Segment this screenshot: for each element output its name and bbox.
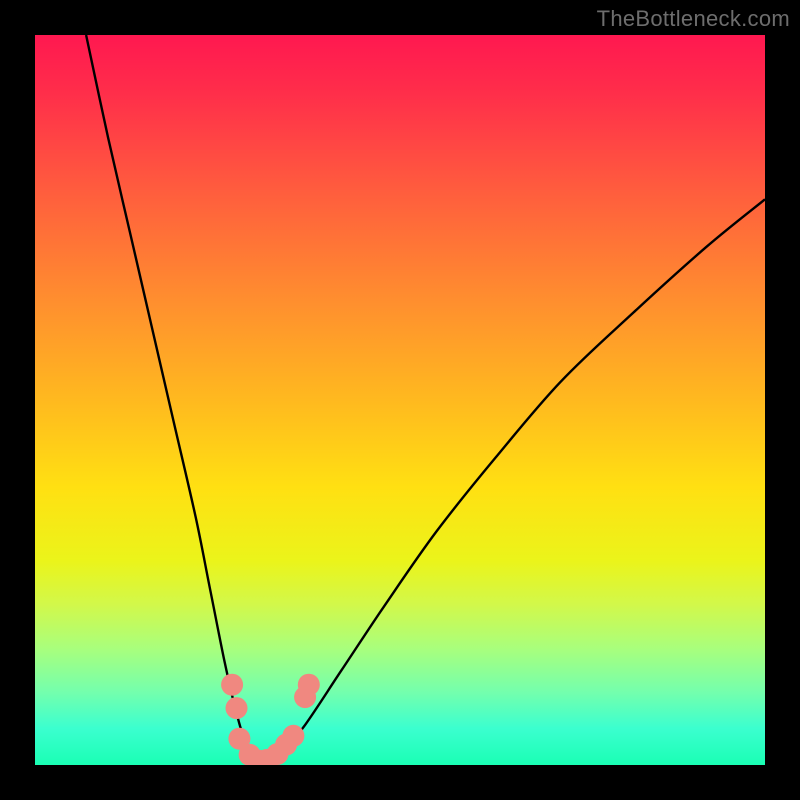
curve-markers — [221, 674, 320, 765]
chart-frame: TheBottleneck.com — [0, 0, 800, 800]
watermark-text: TheBottleneck.com — [597, 6, 790, 32]
curve-marker — [221, 674, 243, 696]
bottleneck-curve — [35, 35, 765, 765]
curve-marker — [282, 725, 304, 747]
curve-marker — [226, 697, 248, 719]
plot-area — [35, 35, 765, 765]
curve-marker — [298, 674, 320, 696]
